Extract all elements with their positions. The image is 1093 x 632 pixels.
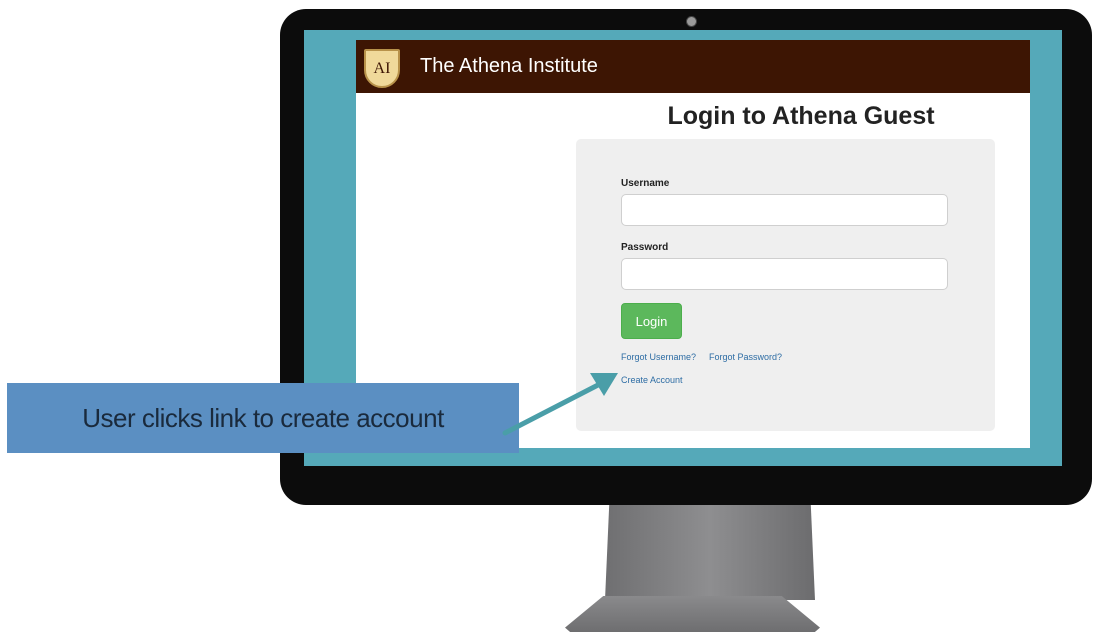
annotation-arrow-icon: [502, 373, 618, 436]
